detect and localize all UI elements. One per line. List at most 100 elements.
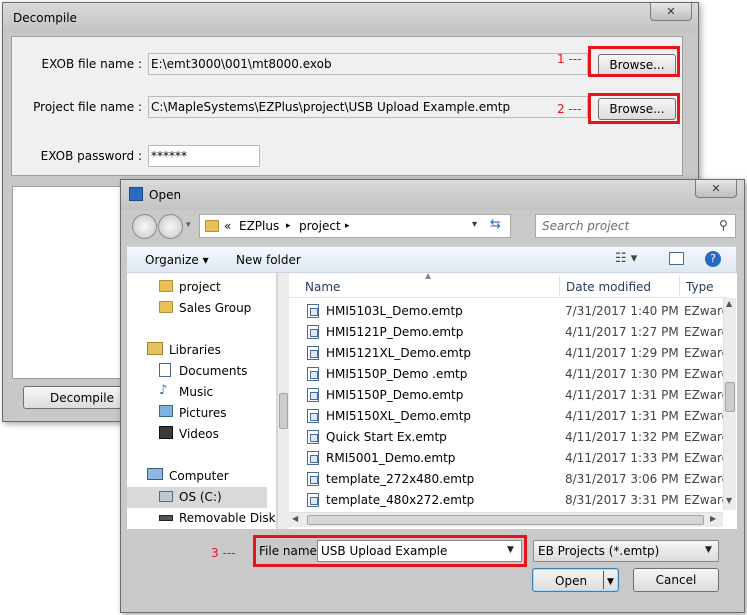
- preview-pane-icon[interactable]: [669, 252, 684, 265]
- file-row[interactable]: HMI5150XL_Demo.emtp 4/11/2017 1:31 PM EZwa…: [307, 406, 737, 427]
- chevron-right-icon: ▸: [286, 221, 291, 231]
- libraries-icon: [147, 342, 163, 355]
- open-button-label: Open: [555, 574, 588, 588]
- decompile-log-area: [12, 186, 122, 379]
- file-row[interactable]: template_272x480.emtp 8/31/2017 3:06 PM EZ…: [307, 469, 737, 490]
- file-list-vertical-scrollbar[interactable]: ▲ ▼: [723, 298, 736, 510]
- chevron-down-icon[interactable]: ▼: [607, 572, 614, 592]
- removable-disk-icon: [159, 515, 173, 521]
- annotation-2: 2 ---: [557, 102, 582, 116]
- decompile-title: Decompile: [13, 11, 77, 25]
- address-dropdown-icon[interactable]: ▾: [472, 219, 477, 230]
- file-date: 4/11/2017 1:32 PM: [565, 430, 679, 444]
- file-list-horizontal-scrollbar[interactable]: ◀ ▶: [289, 512, 723, 527]
- highlight-browse-project: [588, 93, 680, 124]
- close-icon: ✕: [666, 5, 676, 18]
- navigation-scrollbar[interactable]: [277, 273, 289, 529]
- refresh-icon[interactable]: ⇆: [490, 217, 501, 232]
- nav-item-os-c[interactable]: OS (C:): [127, 487, 267, 508]
- column-header-date[interactable]: Date modified: [566, 280, 651, 294]
- filetype-select[interactable]: EB Projects (*.emtp) ▼: [533, 540, 719, 562]
- emtp-file-icon: [307, 472, 319, 486]
- file-row[interactable]: template_480x272.emtp 8/31/2017 3:31 PM EZ…: [307, 490, 737, 511]
- file-name: HMI5121P_Demo.emtp: [326, 325, 464, 339]
- nav-item-pictures[interactable]: Pictures: [127, 403, 276, 424]
- open-button[interactable]: Open ▼: [532, 568, 619, 592]
- nav-item-videos[interactable]: Videos: [127, 424, 276, 445]
- scrollbar-thumb[interactable]: [307, 515, 704, 525]
- scroll-down-icon[interactable]: ▼: [726, 496, 732, 505]
- help-icon[interactable]: ?: [705, 251, 721, 267]
- column-header-row: [289, 275, 727, 298]
- decompile-titlebar: Decompile: [3, 3, 698, 33]
- cancel-button[interactable]: Cancel: [633, 568, 719, 592]
- emtp-file-icon: [307, 325, 319, 339]
- navigation-pane: project Sales Group Libraries Documents …: [127, 273, 277, 529]
- column-header-type[interactable]: Type: [686, 280, 714, 294]
- highlight-browse-exob: [588, 46, 680, 77]
- command-bar: Organize ▾ New folder ☷ ▾ ?: [127, 246, 736, 273]
- file-date: 4/11/2017 1:33 PM: [565, 451, 679, 465]
- scroll-left-icon[interactable]: ◀: [292, 514, 298, 523]
- view-options-icon[interactable]: ☷ ▾: [615, 251, 637, 266]
- organize-menu[interactable]: Organize ▾: [145, 253, 209, 267]
- file-date: 4/11/2017 1:27 PM: [565, 325, 679, 339]
- new-folder-button[interactable]: New folder: [236, 253, 301, 267]
- breadcrumb-project[interactable]: project: [299, 219, 341, 233]
- search-box[interactable]: Search project ⚲: [535, 214, 736, 238]
- folder-icon: [205, 220, 219, 232]
- file-date: 8/31/2017 3:31 PM: [565, 493, 679, 507]
- file-date: 4/11/2017 1:31 PM: [565, 409, 679, 423]
- emtp-file-icon: [307, 451, 319, 465]
- emtp-file-icon: [307, 430, 319, 444]
- nav-item-documents[interactable]: Documents: [127, 361, 276, 382]
- nav-label: Music: [179, 385, 214, 399]
- open-close-button[interactable]: ✕: [695, 180, 737, 198]
- breadcrumb-overflow[interactable]: «: [224, 219, 231, 233]
- history-dropdown-icon[interactable]: ▾: [186, 220, 191, 230]
- emtp-file-icon: [307, 304, 319, 318]
- address-bar[interactable]: « EZPlus ▸ project ▸ ▾ ⇆: [199, 214, 511, 238]
- nav-label: Sales Group: [179, 301, 252, 315]
- file-date: 4/11/2017 1:30 PM: [565, 367, 679, 381]
- computer-icon: [147, 468, 163, 480]
- sort-indicator-icon: ▲: [425, 271, 432, 280]
- file-row[interactable]: HMI5150P_Demo .emtp 4/11/2017 1:30 PM EZwa…: [307, 364, 737, 385]
- file-row[interactable]: HMI5121XL_Demo.emtp 4/11/2017 1:29 PM EZwa…: [307, 343, 737, 364]
- scroll-right-icon[interactable]: ▶: [710, 514, 716, 523]
- pictures-icon: [159, 405, 173, 417]
- file-name: HMI5150XL_Demo.emtp: [326, 409, 472, 423]
- nav-item-libraries[interactable]: Libraries: [127, 340, 276, 361]
- nav-item-music[interactable]: ♪ Music: [127, 382, 276, 403]
- nav-label: Pictures: [179, 406, 227, 420]
- file-row[interactable]: HMI5121P_Demo.emtp 4/11/2017 1:27 PM EZwar…: [307, 322, 737, 343]
- nav-item-sales-group[interactable]: Sales Group: [127, 298, 276, 319]
- file-date: 8/31/2017 3:06 PM: [565, 472, 679, 486]
- close-icon: ✕: [711, 182, 721, 195]
- column-header-name[interactable]: Name: [305, 280, 340, 294]
- search-input[interactable]: Search project: [542, 219, 629, 233]
- decompile-close-button[interactable]: ✕: [650, 3, 692, 21]
- scrollbar-thumb[interactable]: [725, 382, 735, 412]
- nav-item-computer[interactable]: Computer: [127, 466, 276, 487]
- project-file-field: C:\MapleSystems\EZPlus\project\USB Uploa…: [148, 96, 588, 118]
- back-button[interactable]: [132, 214, 157, 239]
- nav-item-removable-disk[interactable]: Removable Disk (: [127, 508, 276, 529]
- folder-icon: [159, 280, 173, 292]
- forward-button[interactable]: [158, 214, 183, 239]
- exob-password-input[interactable]: ******: [148, 145, 260, 167]
- exob-password-label: EXOB password :: [40, 149, 142, 163]
- emtp-file-icon: [307, 409, 319, 423]
- file-row[interactable]: RMI5001_Demo.emtp 4/11/2017 1:33 PM EZware: [307, 448, 737, 469]
- breadcrumb-ezplus[interactable]: EZPlus: [239, 219, 279, 233]
- search-icon: ⚲: [719, 218, 728, 232]
- file-row[interactable]: Quick Start Ex.emtp 4/11/2017 1:32 PM EZwa…: [307, 427, 737, 448]
- nav-label: Documents: [179, 364, 248, 378]
- file-row[interactable]: HMI5150P_Demo.emtp 4/11/2017 1:31 PM EZwar…: [307, 385, 737, 406]
- project-file-label: Project file name :: [33, 100, 142, 114]
- nav-item-project[interactable]: project: [127, 277, 276, 298]
- scroll-up-icon[interactable]: ▲: [726, 299, 732, 308]
- nav-label: Libraries: [169, 343, 221, 357]
- scrollbar-thumb[interactable]: [279, 393, 288, 429]
- file-row[interactable]: HMI5103L_Demo.emtp 7/31/2017 1:40 PM EZwar…: [307, 301, 737, 322]
